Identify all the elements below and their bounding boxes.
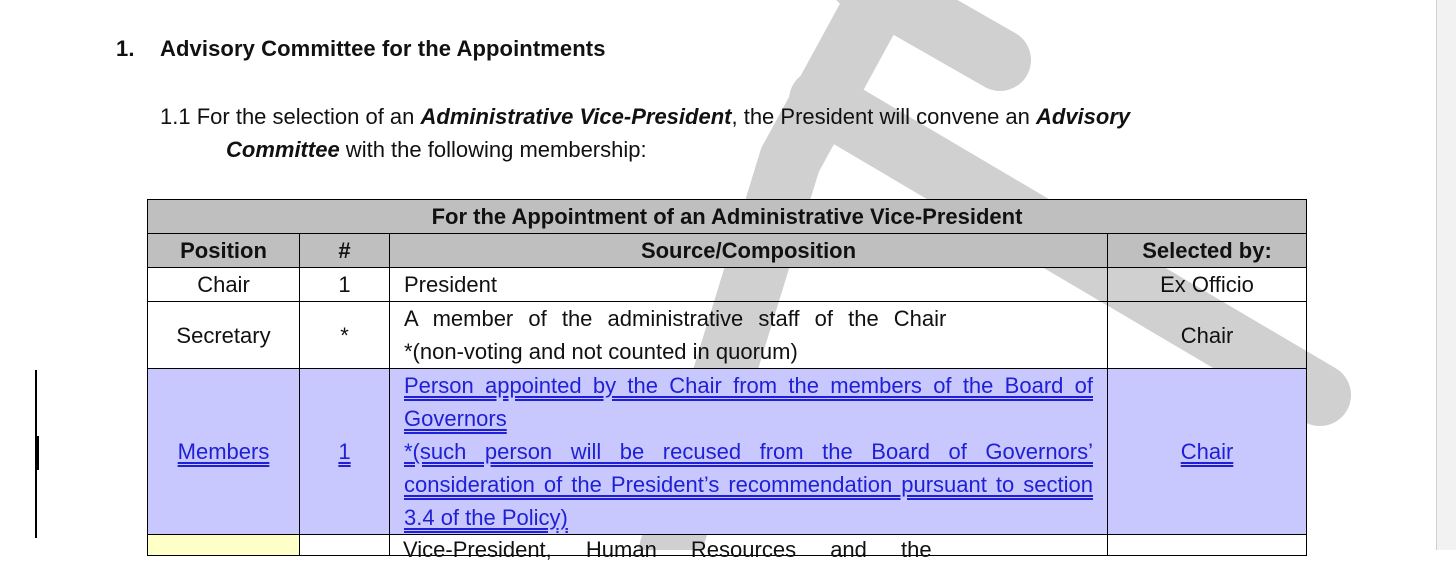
members-source-link[interactable]: Person appointed by the Chair from the m… [404,373,1093,431]
cell-selected-by: Chair [1106,368,1308,535]
cell-number: 1 [299,267,390,302]
table-header-row: Position # Source/Composition Selected b… [147,233,1308,268]
members-link[interactable]: Members [178,439,270,464]
table-title: For the Appointment of an Administrative… [146,199,1308,234]
cell-source: President [389,267,1108,302]
cell-position: Chair [147,267,300,302]
page-edge [1436,0,1456,550]
header-number: # [299,233,390,268]
cell-number-partial [299,534,390,556]
members-selected-by-link[interactable]: Chair [1181,439,1234,464]
term-committee: Committee [226,137,340,162]
table-row: Secretary * A member of the administrati… [147,301,1308,369]
cell-source-line: A member of the administrative staff of … [404,306,947,331]
header-source: Source/Composition [389,233,1108,268]
paragraph-1-1: 1.1 For the selection of an Administrati… [160,100,1260,166]
committee-table: For the Appointment of an Administrative… [146,199,1308,556]
revision-change-bar [37,436,39,470]
table-title-row: For the Appointment of an Administrative… [146,199,1308,234]
header-selected-by: Selected by: [1106,233,1308,268]
paragraph-text-after: with the following membership: [339,137,647,162]
section-title: Advisory Committee for the Appointments [160,36,606,61]
cell-source-note: *(non-voting and not counted in quorum) [404,339,798,364]
members-count-link[interactable]: 1 [338,439,350,464]
term-administrative-vp: Administrative Vice-President [420,104,732,129]
paragraph-text-before: For the selection of an [196,104,421,129]
cell-position: Secretary [147,301,300,369]
paragraph-number: 1.1 [160,104,191,129]
cell-position-partial [147,534,300,556]
cell-source-block: Person appointed by the Chair from the m… [404,369,1093,435]
term-advisory: Advisory [1036,104,1131,129]
cell-number: 1 [299,368,390,535]
cell-source-note-block: *(such person will be recused from the B… [404,435,1093,534]
cell-selected-by-partial [1106,534,1308,556]
section-heading: 1. Advisory Committee for the Appointment… [116,36,606,62]
watermark-letter-stroke [836,0,1031,91]
members-note-link[interactable]: *(such person will be recused from the B… [404,439,1093,530]
cell-source-line: President [404,272,497,297]
cell-source: Person appointed by the Chair from the m… [389,368,1108,535]
cell-source: A member of the administrative staff of … [389,301,1108,369]
table-row: Chair 1 President Ex Officio [147,267,1308,302]
cell-selected-by: Ex Officio [1106,267,1308,302]
section-number: 1. [116,36,135,61]
cell-position: Members [147,368,300,535]
cell-selected-by: Chair [1106,301,1308,369]
cell-number: * [299,301,390,369]
header-position: Position [147,233,300,268]
table-row-highlighted: Members 1 Person appointed by the Chair … [147,368,1308,535]
paragraph-text-middle: , the President will convene an [731,104,1036,129]
